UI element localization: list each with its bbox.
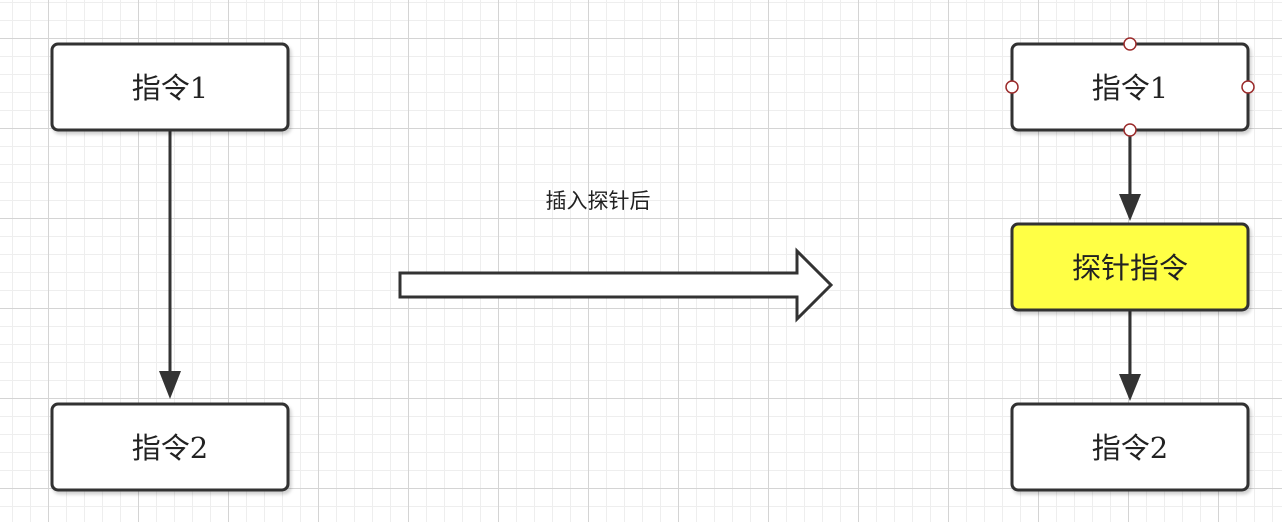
after-node-instruction-1-label: 指令1 bbox=[1092, 71, 1168, 105]
before-edge-arrowhead bbox=[159, 371, 181, 399]
connection-handle-right[interactable] bbox=[1241, 80, 1255, 94]
after-node-probe-instruction[interactable]: 探针指令 bbox=[1010, 222, 1250, 312]
after-node-instruction-2[interactable]: 指令2 bbox=[1010, 402, 1250, 492]
after-node-instruction-2-label: 指令2 bbox=[1092, 431, 1168, 465]
flow-diagram: 指令1 指令2 插入探针后 指令1 探针指令 指令2 bbox=[50, 37, 1255, 492]
before-node-instruction-1[interactable]: 指令1 bbox=[50, 42, 290, 132]
connection-handle-top[interactable] bbox=[1123, 37, 1137, 51]
connection-handle-bottom[interactable] bbox=[1123, 123, 1137, 137]
transition-block-arrow[interactable] bbox=[398, 247, 834, 323]
after-node-instruction-1[interactable]: 指令1 bbox=[1010, 42, 1250, 132]
after-edge-1-arrowhead bbox=[1119, 194, 1141, 221]
transition: 插入探针后 bbox=[398, 189, 834, 323]
connection-handle-left[interactable] bbox=[1005, 80, 1019, 94]
transition-caption: 插入探针后 bbox=[546, 189, 651, 213]
after-node-probe-instruction-label: 探针指令 bbox=[1072, 251, 1188, 285]
before-node-instruction-2-label: 指令2 bbox=[132, 431, 208, 465]
before-node-instruction-2[interactable]: 指令2 bbox=[50, 402, 290, 492]
after-diagram: 指令1 探针指令 指令2 bbox=[1005, 37, 1255, 492]
before-node-instruction-1-label: 指令1 bbox=[132, 71, 208, 105]
before-diagram: 指令1 指令2 bbox=[50, 42, 290, 492]
after-edge-2-arrowhead bbox=[1119, 374, 1141, 401]
